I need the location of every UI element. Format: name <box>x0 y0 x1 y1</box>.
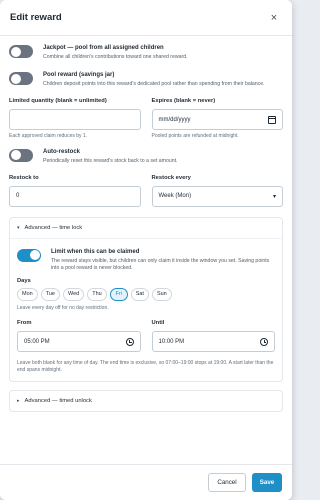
edit-reward-dialog: Edit reward × Jackpot — pool from all as… <box>0 0 292 500</box>
restock-to-label: Restock to <box>9 174 39 181</box>
time-lock-section: ▾ Advanced — time lock Limit when this c… <box>9 216 283 382</box>
from-group: From 05:00 PM <box>17 320 141 352</box>
calendar-icon[interactable] <box>268 115 276 124</box>
restock-row: Restock to 0 Restock every Week (Mon) ▾ <box>9 175 283 207</box>
limited-quantity-label: Limited quantity (blank = unlimited) <box>9 98 107 104</box>
caret-down-icon: ▾ <box>17 224 20 231</box>
day-chip-sat[interactable]: Sat <box>130 287 149 301</box>
day-chip-tue[interactable]: Tue <box>40 287 60 301</box>
dialog-body: Jackpot — pool from all assigned childre… <box>0 36 292 464</box>
dialog-footer: Cancel Save <box>0 464 292 500</box>
dialog-title: Edit reward <box>10 12 62 23</box>
dialog-header: Edit reward × <box>0 0 292 36</box>
limit-claim-toggle[interactable] <box>17 248 41 262</box>
limited-quantity-hint: Each approved claim reduces by 1. <box>9 133 88 139</box>
pool-row: Pool reward (savings jar) Children depos… <box>9 71 283 88</box>
from-value: 05:00 PM <box>24 338 50 345</box>
expires-hint: Pooled points are refunded at midnight. <box>151 133 239 139</box>
jackpot-description: Combine all children's contributions tow… <box>43 54 188 60</box>
clock-icon[interactable] <box>125 337 134 346</box>
days-hint: Leave every day off for no day restricti… <box>17 304 109 311</box>
expires-date-input[interactable]: mm/dd/yyyy <box>151 109 283 130</box>
jackpot-label: Jackpot — pool from all assigned childre… <box>43 45 164 51</box>
restock-every-group: Restock every Week (Mon) ▾ <box>151 174 283 207</box>
until-label: Until <box>151 320 165 326</box>
restock-every-value: Week (Mon) <box>158 193 192 199</box>
autorestock-label: Auto-restock <box>43 148 81 155</box>
day-chip-wed[interactable]: Wed <box>62 287 85 301</box>
limit-claim-row: Limit when this can be claimed The rewar… <box>17 248 275 272</box>
jackpot-toggle[interactable] <box>9 45 33 58</box>
restock-to-input[interactable]: 0 <box>9 185 141 207</box>
timed-unlock-header[interactable]: ▸ Advanced — timed unlock <box>10 391 282 411</box>
expires-label: Expires (blank = never) <box>151 98 216 104</box>
restock-to-group: Restock to 0 <box>9 175 141 207</box>
cancel-button[interactable]: Cancel <box>208 473 246 492</box>
autorestock-description: Periodically reset this reward's stock b… <box>43 157 178 164</box>
from-time-input[interactable]: 05:00 PM <box>17 331 141 352</box>
restock-every-label: Restock every <box>151 174 191 181</box>
pool-description: Children deposit points into this reward… <box>43 81 265 87</box>
pool-label: Pool reward (savings jar) <box>43 72 115 78</box>
day-chip-thu[interactable]: Thu <box>87 287 107 301</box>
chevron-down-icon: ▾ <box>272 193 276 200</box>
clock-icon[interactable] <box>260 337 268 346</box>
time-lock-body: Limit when this can be claimed The rewar… <box>10 237 282 382</box>
restock-to-value: 0 <box>16 193 20 199</box>
toggle-knob <box>29 250 40 260</box>
time-lock-title: Advanced — time lock <box>24 224 83 231</box>
timed-unlock-section: ▸ Advanced — timed unlock <box>9 390 283 412</box>
time-lock-header[interactable]: ▾ Advanced — time lock <box>10 218 282 238</box>
expires-group: Expires (blank = never) mm/dd/yyyy Poole… <box>151 98 283 140</box>
limit-claim-description: The reward stays visible, but children c… <box>51 257 270 271</box>
pool-toggle[interactable] <box>9 72 33 85</box>
restock-every-select[interactable]: Week (Mon) ▾ <box>151 185 283 207</box>
expires-value: mm/dd/yyyy <box>158 116 191 123</box>
until-group: Until 10:00 PM <box>151 320 275 352</box>
time-window-row: From 05:00 PM Until 10:00 PM <box>17 320 275 352</box>
day-chip-sun[interactable]: Sun <box>151 287 172 301</box>
limit-claim-label: Limit when this can be claimed <box>51 248 140 255</box>
caret-right-icon: ▸ <box>17 398 20 404</box>
limits-row: Limited quantity (blank = unlimited) Eac… <box>9 98 283 140</box>
day-chips: Mon Tue Wed Thu Fri Sat Sun <box>17 287 275 301</box>
toggle-knob <box>10 150 21 160</box>
toggle-knob <box>10 73 21 84</box>
time-window-hint: Leave both blank for any time of day. Th… <box>17 360 274 373</box>
jackpot-row: Jackpot — pool from all assigned childre… <box>9 44 283 61</box>
toggle-knob <box>10 46 21 57</box>
day-chip-mon[interactable]: Mon <box>17 287 38 301</box>
close-icon[interactable]: × <box>266 12 282 24</box>
until-time-input[interactable]: 10:00 PM <box>151 331 275 352</box>
until-value: 10:00 PM <box>158 338 185 345</box>
days-label: Days <box>17 277 31 284</box>
timed-unlock-title: Advanced — timed unlock <box>24 398 92 404</box>
autorestock-row: Auto-restock Periodically reset this rew… <box>9 148 283 165</box>
limited-quantity-group: Limited quantity (blank = unlimited) Eac… <box>9 98 141 140</box>
limited-quantity-input[interactable] <box>9 109 141 130</box>
from-label: From <box>17 320 32 326</box>
save-button[interactable]: Save <box>252 473 282 492</box>
autorestock-toggle[interactable] <box>9 148 33 162</box>
day-chip-fri[interactable]: Fri <box>109 287 128 301</box>
